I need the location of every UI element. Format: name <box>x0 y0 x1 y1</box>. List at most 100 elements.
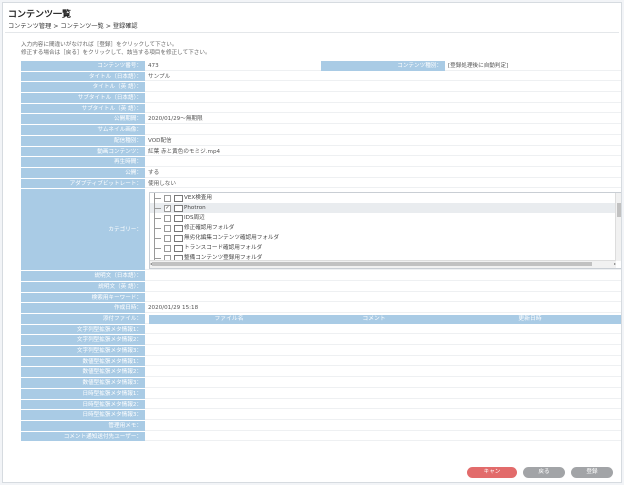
column-header: コメント <box>362 316 386 322</box>
field-label: 作成日時： <box>21 303 145 313</box>
form-row: アダプティブビットレート： 使用しない <box>21 178 621 190</box>
form-row: 数値型拡張メタ情報1： <box>21 356 621 368</box>
form-row: 日時型拡張メタ情報3： <box>21 410 621 421</box>
category-checkbox[interactable] <box>164 225 171 233</box>
form-row: 配信種別： VOD配信 <box>21 135 621 147</box>
instruction-line: 入力内容に間違いがなければ［登録］をクリックして下さい。 <box>21 42 178 48</box>
category-horizontal-scrollbar[interactable]: ◂ ▸ <box>150 260 616 269</box>
instructions: 入力内容に間違いがなければ［登録］をクリックして下さい。 修正する場合は［戻る］… <box>21 41 211 57</box>
field-label: 文字列型拡張メタ情報2： <box>21 335 145 346</box>
category-tree-item[interactable]: ✓ Photron <box>150 203 621 214</box>
field-value: VOD配信 <box>145 135 621 146</box>
tree-guide <box>154 193 163 204</box>
field-value: する <box>145 167 621 178</box>
form-row: 説明文（日本語）： <box>21 271 621 282</box>
field-label: 検索用キーワード： <box>21 292 145 303</box>
field-label: 数値型拡張メタ情報2： <box>21 367 145 378</box>
confirm-form: コンテンツ番号： 473 コンテンツ種別： [登録処理後に自動判定] タイトル（… <box>21 61 621 443</box>
field-value <box>145 420 621 431</box>
field-label: 説明文（日本語）： <box>21 271 145 281</box>
field-value <box>145 346 621 356</box>
content-type-value: [登録処理後に自動判定] <box>445 61 621 71</box>
form-row: 文字列型拡張メタ情報2： <box>21 335 621 347</box>
content-confirm-window: コンテンツ一覧 コンテンツ管理 > コンテンツ一覧 > 登録確認 入力内容に間違… <box>2 2 622 483</box>
folder-icon <box>174 195 183 203</box>
attachments-label: 添付ファイル： <box>21 314 145 324</box>
category-tree-item[interactable]: 無劣化編集コンテンツ確認用フォルダ <box>150 233 621 244</box>
category-tree-item[interactable]: VEX検査用 <box>150 193 621 204</box>
field-label: タイトル（日本語）： <box>21 71 145 82</box>
scroll-thumb[interactable] <box>617 203 621 218</box>
form-row: 管理用メモ： <box>21 420 621 432</box>
field-label: アダプティブビットレート： <box>21 178 145 189</box>
back-button[interactable]: 戻る <box>523 467 565 478</box>
field-value <box>145 378 621 388</box>
category-checkbox[interactable]: ✓ <box>164 205 171 213</box>
category-checkbox[interactable] <box>164 215 171 223</box>
form-row: 日時型拡張メタ情報2： <box>21 399 621 411</box>
folder-icon <box>174 225 183 233</box>
field-value <box>145 324 621 335</box>
field-label: タイトル（英 語）： <box>21 82 145 93</box>
form-row: サムネイル画像： <box>21 125 621 136</box>
category-tree-item[interactable]: トランスコード確認用フォルダ <box>150 243 621 254</box>
category-tree-item[interactable]: 修正確認用フォルダ <box>150 223 621 234</box>
form-row: 説明文（英 語）： <box>21 281 621 293</box>
field-label: 再生時間： <box>21 157 145 167</box>
form-row: 動画コンテンツ： 紅葉 赤と黄色のモミジ.mp4 <box>21 146 621 158</box>
field-value <box>145 82 621 93</box>
register-button[interactable]: 登録 <box>571 467 613 478</box>
category-vertical-scrollbar[interactable] <box>615 193 621 262</box>
content-number-value: 473 <box>145 61 321 71</box>
category-name: トランスコード確認用フォルダ <box>184 245 263 252</box>
field-value <box>145 157 621 167</box>
scroll-thumb[interactable] <box>152 262 592 267</box>
field-label: 動画コンテンツ： <box>21 146 145 157</box>
field-value: 紅葉 赤と黄色のモミジ.mp4 <box>145 146 621 157</box>
form-row: 文字列型拡張メタ情報3： <box>21 346 621 357</box>
category-name: 修正確認用フォルダ <box>184 225 235 232</box>
field-label: 配信種別： <box>21 135 145 146</box>
field-label: 文字列型拡張メタ情報1： <box>21 324 145 335</box>
field-value <box>145 335 621 346</box>
field-label: 数値型拡張メタ情報3： <box>21 378 145 388</box>
field-value <box>145 125 621 135</box>
field-value <box>145 410 621 420</box>
tree-guide <box>154 223 163 234</box>
folder-icon <box>174 205 183 213</box>
field-label: コメント通知送付先ユーザー： <box>21 431 145 442</box>
cancel-button[interactable]: キャンセル <box>467 467 517 482</box>
tree-guide <box>154 203 163 214</box>
form-row: 公開期間： 2020/01/29～無期限 <box>21 114 621 126</box>
category-tree-item[interactable]: IDS周辺 <box>150 213 621 224</box>
folder-icon <box>174 235 183 243</box>
category-label: カテゴリー： <box>21 189 145 271</box>
field-value <box>145 292 621 303</box>
field-value <box>145 281 621 292</box>
category-tree[interactable]: VEX検査用 ✓ Photron IDS周辺修正確認用フォルダ 無劣化編集コンテンツ確認… <box>149 192 621 270</box>
field-label: 日時型拡張メタ情報3： <box>21 410 145 420</box>
category-name: IDS周辺 <box>184 215 205 222</box>
form-row: サブタイトル（日本語）： <box>21 93 621 104</box>
form-row: 検索用キーワード： <box>21 292 621 304</box>
tree-guide <box>154 243 163 254</box>
field-label: 説明文（英 語）： <box>21 281 145 292</box>
form-row: 数値型拡張メタ情報2： <box>21 367 621 379</box>
field-value <box>145 388 621 399</box>
form-row: 日時型拡張メタ情報1： <box>21 388 621 400</box>
field-label: 公開： <box>21 167 145 178</box>
form-row: 公開： する <box>21 167 621 179</box>
scroll-right-icon[interactable]: ▸ <box>614 261 616 266</box>
field-value: サンプル <box>145 71 621 82</box>
field-value: 使用しない <box>145 178 621 189</box>
category-checkbox[interactable] <box>164 245 171 253</box>
field-label: サムネイル画像： <box>21 125 145 135</box>
content-type-label: コンテンツ種別： <box>321 61 445 71</box>
header-divider <box>5 32 619 33</box>
category-checkbox[interactable] <box>164 235 171 243</box>
category-checkbox[interactable] <box>164 195 171 203</box>
breadcrumb: コンテンツ管理 > コンテンツ一覧 > 登録確認 <box>8 23 138 30</box>
scroll-left-icon[interactable]: ◂ <box>150 261 152 266</box>
field-value <box>145 399 621 410</box>
field-value <box>145 103 621 114</box>
